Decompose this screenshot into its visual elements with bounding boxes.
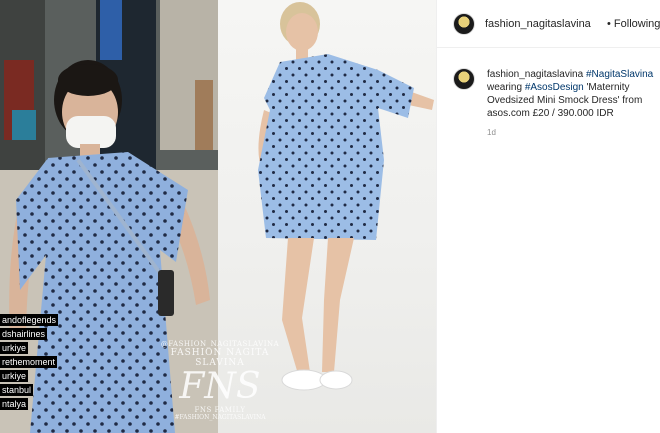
watermark-name: FASHION NAGITA SLAVINA	[170, 348, 270, 368]
story-tag[interactable]: rethemoment	[0, 356, 58, 368]
watermark-logo: FNS	[179, 366, 261, 407]
caption: fashion_nagitaslavina #NagitaSlavina wea…	[487, 68, 657, 120]
caption-username[interactable]: fashion_nagitaslavina	[487, 69, 583, 80]
separator-dot: •	[607, 18, 611, 30]
follow-status: • Following	[607, 18, 660, 30]
watermark-hashtag: #FASHION_NAGITASLAVINA	[174, 414, 266, 421]
story-tag[interactable]: dshairlines	[0, 328, 48, 340]
watermark: @FASHION_NAGITASLAVINA FASHION NAGITA SL…	[150, 340, 290, 421]
caption-tag-nagitaslavina[interactable]: #NagitaSlavina	[586, 69, 653, 80]
avatar[interactable]	[453, 13, 475, 35]
story-tags: andoflegends dshairlines urkiye rethemom…	[0, 314, 70, 412]
watermark-family: FNS FAMILY	[194, 406, 246, 414]
following-button[interactable]: Following	[614, 18, 660, 30]
watermark-handle: @FASHION_NAGITASLAVINA	[160, 340, 280, 348]
caption-avatar[interactable]	[453, 68, 475, 90]
post-media[interactable]: andoflegends dshairlines urkiye rethemom…	[0, 0, 436, 433]
story-tag[interactable]: ntalya	[0, 398, 29, 410]
post-sidebar: fashion_nagitaslavina • Following fashio…	[436, 0, 660, 433]
post-header: fashion_nagitaslavina • Following	[437, 0, 660, 48]
header-username[interactable]: fashion_nagitaslavina	[485, 18, 591, 30]
story-tag[interactable]: andoflegends	[0, 314, 59, 326]
story-tag[interactable]: urkiye	[0, 370, 29, 382]
caption-tag-asosdesign[interactable]: #AsosDesign	[525, 82, 584, 93]
instagram-post: andoflegends dshairlines urkiye rethemom…	[0, 0, 660, 433]
caption-text: wearing	[487, 82, 525, 93]
post-age[interactable]: 1d	[487, 128, 496, 137]
story-tag[interactable]: stanbul	[0, 384, 34, 396]
story-tag[interactable]: urkiye	[0, 342, 29, 354]
